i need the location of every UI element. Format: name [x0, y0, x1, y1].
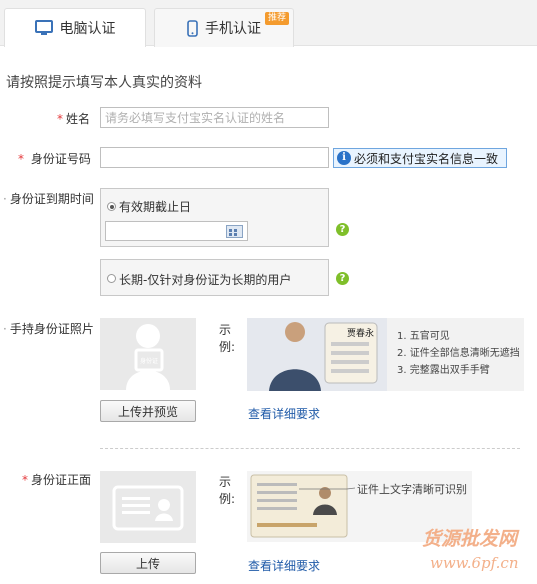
example-label: 示例: [219, 323, 236, 354]
example-label: 示例: [219, 475, 236, 506]
name-label: * 姓名 [57, 112, 91, 126]
required-mark: · [3, 322, 7, 336]
expiry-option-panel-1: 有效期截止日 [100, 188, 329, 247]
handheld-sample-image: 贾春永 1. 五官可见 2. 证件全部信息清晰无遮挡 3. 完整露出双手手臂 [247, 318, 524, 391]
tab-computer-auth[interactable]: 电脑认证 [4, 8, 146, 47]
required-mark: * [18, 152, 24, 166]
section-divider [100, 448, 520, 449]
tab-label: 手机认证 [205, 21, 261, 37]
expiry-radio-longterm[interactable] [107, 274, 116, 283]
id-front-label: * 身份证正面 [22, 473, 92, 487]
name-input[interactable]: 请务必填写支付宝实名认证的姓名 [100, 107, 329, 128]
expiry-option-panel-2: 长期-仅针对身份证为长期的用户 [100, 259, 329, 296]
svg-text:身份证: 身份证 [140, 357, 158, 365]
id-card-icon [112, 485, 184, 531]
id-number-label: * 身份证号码 [18, 152, 91, 166]
handheld-photo-label: · 手持身份证照片 [3, 322, 94, 336]
required-mark: · [3, 192, 7, 206]
required-mark: * [22, 473, 28, 487]
phone-icon [187, 19, 198, 37]
sample-name-text: 贾春永 [347, 327, 374, 339]
tab-mobile-auth[interactable]: 手机认证 推荐 [154, 8, 294, 47]
intro-text: 请按照提示填写本人真实的资料 [6, 75, 202, 91]
name-placeholder: 请务必填写支付宝实名认证的姓名 [105, 111, 286, 125]
watermark-title: 货源批发网 [422, 528, 518, 550]
handheld-photo-placeholder: 身份证 [100, 318, 196, 390]
id-notice-text: 必须和支付宝实名信息一致 [354, 151, 499, 166]
help-icon[interactable]: ? [336, 272, 349, 285]
checklist-item: 2. 证件全部信息清晰无遮挡 [397, 348, 520, 359]
checklist-item: 3. 完整露出双手手臂 [397, 365, 490, 376]
recommend-badge: 推荐 [264, 12, 289, 25]
tab-label: 电脑认证 [59, 21, 116, 37]
help-icon[interactable]: ? [336, 223, 349, 236]
required-mark: * [57, 112, 63, 126]
expiry-option2-label: 长期-仅针对身份证为长期的用户 [119, 273, 292, 287]
upload-button[interactable]: 上传 [100, 552, 196, 574]
id-front-detail-link[interactable]: 查看详细要求 [248, 557, 320, 574]
monitor-icon [34, 20, 53, 35]
info-icon: i [337, 151, 351, 165]
calendar-icon[interactable] [226, 225, 243, 238]
expiry-label: · 身份证到期时间 [3, 192, 94, 206]
tab-bar: 电脑认证 手机认证 推荐 [0, 0, 537, 47]
handheld-detail-link[interactable]: 查看详细要求 [248, 405, 320, 422]
id-front-callout: 证件上文字清晰可识别 [357, 483, 467, 496]
upload-preview-button[interactable]: 上传并预览 [100, 400, 196, 422]
handheld-checklist: 1. 五官可见 2. 证件全部信息清晰无遮挡 3. 完整露出双手手臂 [397, 328, 520, 379]
watermark-url: www.6pf.cn [430, 554, 519, 572]
id-number-input[interactable] [100, 147, 329, 168]
person-holding-id-icon: 身份证 [126, 324, 170, 390]
checklist-item: 1. 五官可见 [397, 331, 450, 342]
expiry-option1-label: 有效期截止日 [119, 200, 192, 214]
id-notice: i 必须和支付宝实名信息一致 [333, 148, 507, 168]
id-front-placeholder [100, 471, 196, 543]
expiry-radio-date[interactable] [107, 202, 116, 211]
